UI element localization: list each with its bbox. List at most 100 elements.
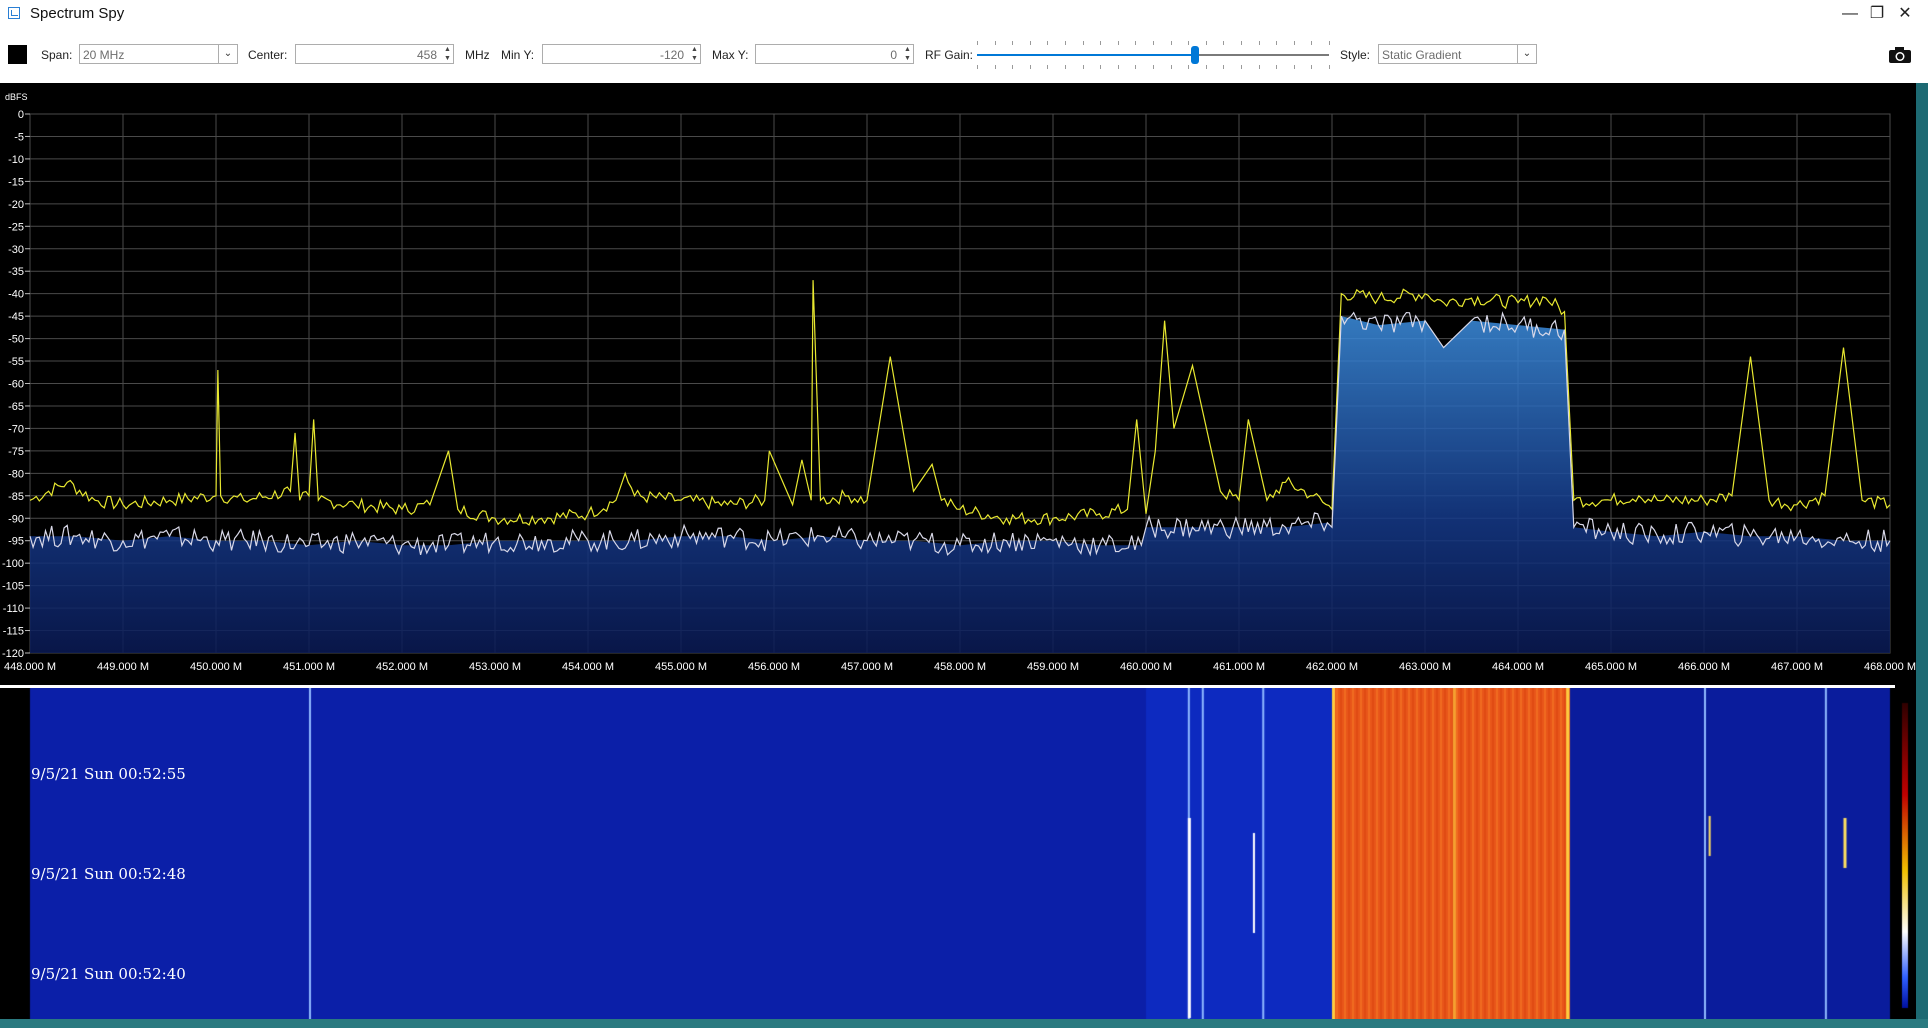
restore-button[interactable]: ❐ [1865, 3, 1889, 25]
slider-tick [1241, 41, 1242, 45]
y-tick-label: -70 [8, 423, 24, 435]
right-scrollbar[interactable] [1916, 83, 1928, 1019]
center-value: 458 [416, 48, 437, 62]
color-swatch-icon[interactable] [8, 45, 27, 64]
y-tick-label: -105 [2, 581, 24, 593]
y-tick-label: -20 [8, 199, 24, 211]
y-tick-label: -10 [8, 154, 24, 166]
x-tick-label: 451.000 M [283, 661, 335, 673]
slider-tick [1241, 65, 1242, 69]
y-tick-label: -115 [3, 626, 24, 638]
x-tick-label: 452.000 M [376, 661, 428, 673]
slider-tick [977, 65, 978, 69]
slider-tick [1082, 41, 1084, 45]
x-tick-label: 467.000 M [1771, 661, 1823, 673]
style-dropdown[interactable]: Static Gradient ⌄ [1378, 44, 1537, 64]
slider-tick [994, 41, 996, 45]
x-tick-label: 465.000 M [1585, 661, 1637, 673]
slider-tick [1012, 65, 1014, 69]
rfgain-label: RF Gain: [925, 48, 974, 62]
title-bar: Spectrum Spy — ❐ ✕ [0, 0, 1928, 28]
waterfall-display[interactable]: 9/5/21 Sun 00:52:55 9/5/21 Sun 00:52:48 … [0, 688, 1928, 1019]
center-stepper[interactable]: ▲ ▼ [442, 45, 453, 63]
x-tick-label: 468.000 M [1864, 661, 1916, 673]
slider-tick [1153, 65, 1154, 69]
slider-tick [1276, 41, 1278, 45]
waterfall-timestamp: 9/5/21 Sun 00:52:40 [31, 965, 186, 983]
slider-tick [1293, 65, 1295, 69]
slider-tick [1082, 65, 1084, 69]
x-tick-label: 449.000 M [97, 661, 149, 673]
slider-tick [1135, 65, 1137, 69]
maxy-stepper[interactable]: ▲ ▼ [902, 45, 913, 63]
slider-tick [1065, 65, 1066, 69]
x-tick-label: 463.000 M [1399, 661, 1451, 673]
slider-tick [1293, 41, 1295, 45]
maxy-label: Max Y: [712, 48, 749, 62]
slider-tick [994, 65, 996, 69]
window-title: Spectrum Spy [30, 5, 125, 22]
y-tick-label: -50 [8, 334, 24, 346]
slider-tick [1329, 41, 1330, 45]
y-tick-label: -30 [8, 244, 24, 256]
x-tick-label: 455.000 M [655, 661, 707, 673]
slider-tick [1311, 41, 1313, 45]
y-tick-label: -5 [14, 131, 24, 143]
slider-tick [1276, 65, 1278, 69]
close-button[interactable]: ✕ [1893, 3, 1917, 25]
x-tick-label: 458.000 M [934, 661, 986, 673]
center-unit-label: MHz [465, 48, 490, 62]
taskbar [0, 1019, 1928, 1028]
y-tick-label: -75 [8, 446, 24, 458]
x-tick-label: 448.000 M [4, 661, 56, 673]
y-tick-label: -90 [8, 513, 24, 525]
style-label: Style: [1340, 48, 1371, 62]
miny-value: -120 [659, 48, 684, 62]
x-tick-label: 454.000 M [562, 661, 614, 673]
slider-tick [1029, 41, 1031, 45]
x-tick-label: 464.000 M [1492, 661, 1544, 673]
rfgain-slider-track[interactable] [977, 54, 1329, 56]
waterfall-timestamp: 9/5/21 Sun 00:52:48 [31, 865, 186, 883]
y-tick-label: -120 [2, 648, 24, 660]
slider-tick [1100, 65, 1102, 69]
y-tick-label: -65 [8, 401, 24, 413]
slider-tick [1258, 65, 1260, 69]
spectrum-plot[interactable]: 448.000 M 449.000 M 450.000 M 451.000 M 452.… [0, 83, 1928, 685]
slider-tick [1117, 41, 1119, 45]
y-tick-label: -40 [8, 289, 24, 301]
slider-tick [1029, 65, 1031, 69]
y-tick-label: -15 [8, 176, 24, 188]
y-tick-label: -60 [8, 379, 24, 391]
y-tick-label: -80 [8, 468, 24, 480]
slider-tick [1329, 65, 1330, 69]
minimize-button[interactable]: — [1838, 3, 1862, 25]
rfgain-slider-thumb[interactable] [1191, 46, 1200, 64]
camera-icon[interactable] [1888, 46, 1912, 64]
y-axis-label: dBFS [5, 92, 28, 102]
maxy-value: 0 [890, 48, 897, 62]
rfgain-slider-fill [977, 54, 1196, 56]
app-icon [8, 7, 20, 19]
slider-tick [977, 41, 978, 45]
x-tick-label: 460.000 M [1120, 661, 1172, 673]
y-tick-label: -95 [8, 536, 24, 548]
slider-tick [1153, 41, 1154, 45]
span-value: 20 MHz [83, 48, 125, 62]
miny-stepper[interactable]: ▲ ▼ [689, 45, 700, 63]
x-tick-label: 456.000 M [748, 661, 800, 673]
y-tick-label: -25 [8, 221, 24, 233]
maxy-input[interactable]: 0 ▲ ▼ [755, 44, 914, 64]
app-window: Spectrum Spy — ❐ ✕ Span: 20 MHz ⌄ Center… [0, 0, 1928, 1019]
slider-tick [1205, 41, 1207, 45]
center-label: Center: [248, 48, 288, 62]
center-input[interactable]: 458 ▲ ▼ [295, 44, 454, 64]
slider-tick [1205, 65, 1207, 69]
slider-tick [1223, 41, 1225, 45]
span-dropdown[interactable]: 20 MHz ⌄ [79, 44, 238, 64]
slider-tick [1047, 41, 1049, 45]
y-tick-label: -55 [8, 356, 24, 368]
y-tick-label: 0 [18, 109, 24, 121]
slider-tick [1170, 65, 1172, 69]
miny-input[interactable]: -120 ▲ ▼ [542, 44, 701, 64]
